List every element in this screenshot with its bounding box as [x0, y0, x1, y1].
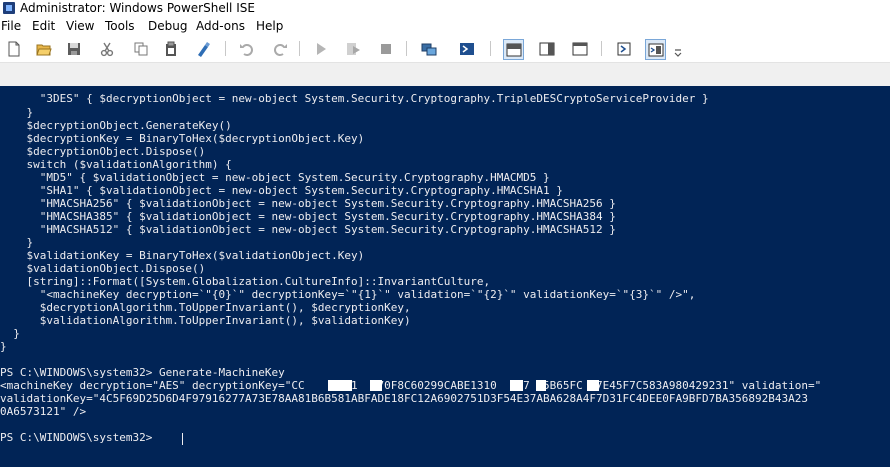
console-line: 0A6573121" /> — [0, 405, 87, 418]
save-icon[interactable] — [64, 39, 83, 58]
console-line: } — [0, 340, 7, 353]
toolbar-overflow-icon[interactable] — [673, 39, 683, 58]
console-line: $decryptionObject.Dispose() — [0, 145, 206, 158]
run-selection-icon[interactable] — [343, 39, 362, 58]
menu-file[interactable]: File — [1, 19, 21, 33]
redaction-mark — [370, 380, 382, 391]
cut-icon[interactable] — [97, 39, 116, 58]
console-line: } — [0, 327, 20, 340]
script-pane-maximized-icon[interactable] — [570, 39, 589, 58]
console-line: "HMACSHA385" { $validationObject = new-o… — [0, 210, 616, 223]
console-line: validationKey="4C5F69D25D6D4F97916277A73… — [0, 392, 808, 405]
redo-icon[interactable] — [270, 39, 289, 58]
console-line: } — [0, 236, 34, 249]
console-line: $decryptionKey = BinaryToHex($decryption… — [0, 132, 365, 145]
console-line: [string]::Format([System.Globalization.C… — [0, 275, 491, 288]
console-caret — [182, 433, 183, 445]
console-line: <machineKey decryption="AES" decryptionK… — [0, 379, 822, 392]
console-line: $decryptionAlgorithm.ToUpperInvariant(),… — [0, 301, 411, 314]
toolbar-separator — [225, 41, 226, 56]
show-command-icon[interactable] — [614, 39, 633, 58]
console-line: "<machineKey decryption=`"{0}`" decrypti… — [0, 288, 696, 301]
toolbar-separator — [490, 41, 491, 56]
window-title: Administrator: Windows PowerShell ISE — [20, 1, 255, 15]
show-addon-tools-icon[interactable] — [645, 39, 666, 60]
redaction-mark — [536, 380, 546, 391]
run-script-icon[interactable] — [311, 39, 330, 58]
console-line: $validationAlgorithm.ToUpperInvariant(),… — [0, 314, 411, 327]
start-powershell-icon[interactable] — [457, 39, 476, 58]
new-remote-tab-icon[interactable] — [419, 39, 438, 58]
menu-help[interactable]: Help — [256, 19, 283, 33]
toolbar-separator — [406, 41, 407, 56]
redaction-mark — [587, 380, 599, 391]
console-line: PS C:\WINDOWS\system32> Generate-Machine… — [0, 366, 285, 379]
script-pane-top-icon[interactable] — [503, 39, 524, 60]
new-file-icon[interactable] — [4, 39, 23, 58]
console-line: $validationKey = BinaryToHex($validation… — [0, 249, 365, 262]
menu-bar: File Edit View Tools Debug Add-ons Help — [0, 19, 890, 36]
clear-console-icon[interactable] — [194, 39, 213, 58]
console-line: $decryptionObject.GenerateKey() — [0, 119, 232, 132]
menu-add-ons[interactable]: Add-ons — [196, 19, 245, 33]
toolbar-separator — [601, 41, 602, 56]
menu-edit[interactable]: Edit — [32, 19, 55, 33]
console-line: "MD5" { $validationObject = new-object S… — [0, 171, 550, 184]
script-pane-right-icon[interactable] — [537, 39, 556, 58]
console-pane[interactable]: "3DES" { $decryptionObject = new-object … — [0, 86, 890, 467]
undo-icon[interactable] — [237, 39, 256, 58]
console-line: PS C:\WINDOWS\system32> — [0, 431, 159, 444]
open-folder-icon[interactable] — [34, 39, 53, 58]
console-line: "HMACSHA512" { $validationObject = new-o… — [0, 223, 616, 236]
stop-icon[interactable] — [376, 39, 395, 58]
paste-icon[interactable] — [161, 39, 180, 58]
menu-view[interactable]: View — [66, 19, 94, 33]
console-line: } — [0, 106, 34, 119]
console-line: switch ($validationAlgorithm) { — [0, 158, 232, 171]
title-bar: Administrator: Windows PowerShell ISE — [0, 0, 890, 17]
toolbar — [0, 37, 890, 61]
console-line: "SHA1" { $validationObject = new-object … — [0, 184, 563, 197]
console-line: "HMACSHA256" { $validationObject = new-o… — [0, 197, 616, 210]
menu-debug[interactable]: Debug — [148, 19, 187, 33]
console-line: $validationObject.Dispose() — [0, 262, 206, 275]
redaction-mark — [328, 380, 352, 391]
menu-tools[interactable]: Tools — [105, 19, 135, 33]
toolbar-separator — [299, 41, 300, 56]
redaction-mark — [510, 380, 523, 391]
powershell-ise-icon — [3, 2, 15, 14]
script-tab-strip — [0, 62, 890, 88]
copy-icon[interactable] — [131, 39, 150, 58]
console-line: "3DES" { $decryptionObject = new-object … — [0, 92, 709, 105]
